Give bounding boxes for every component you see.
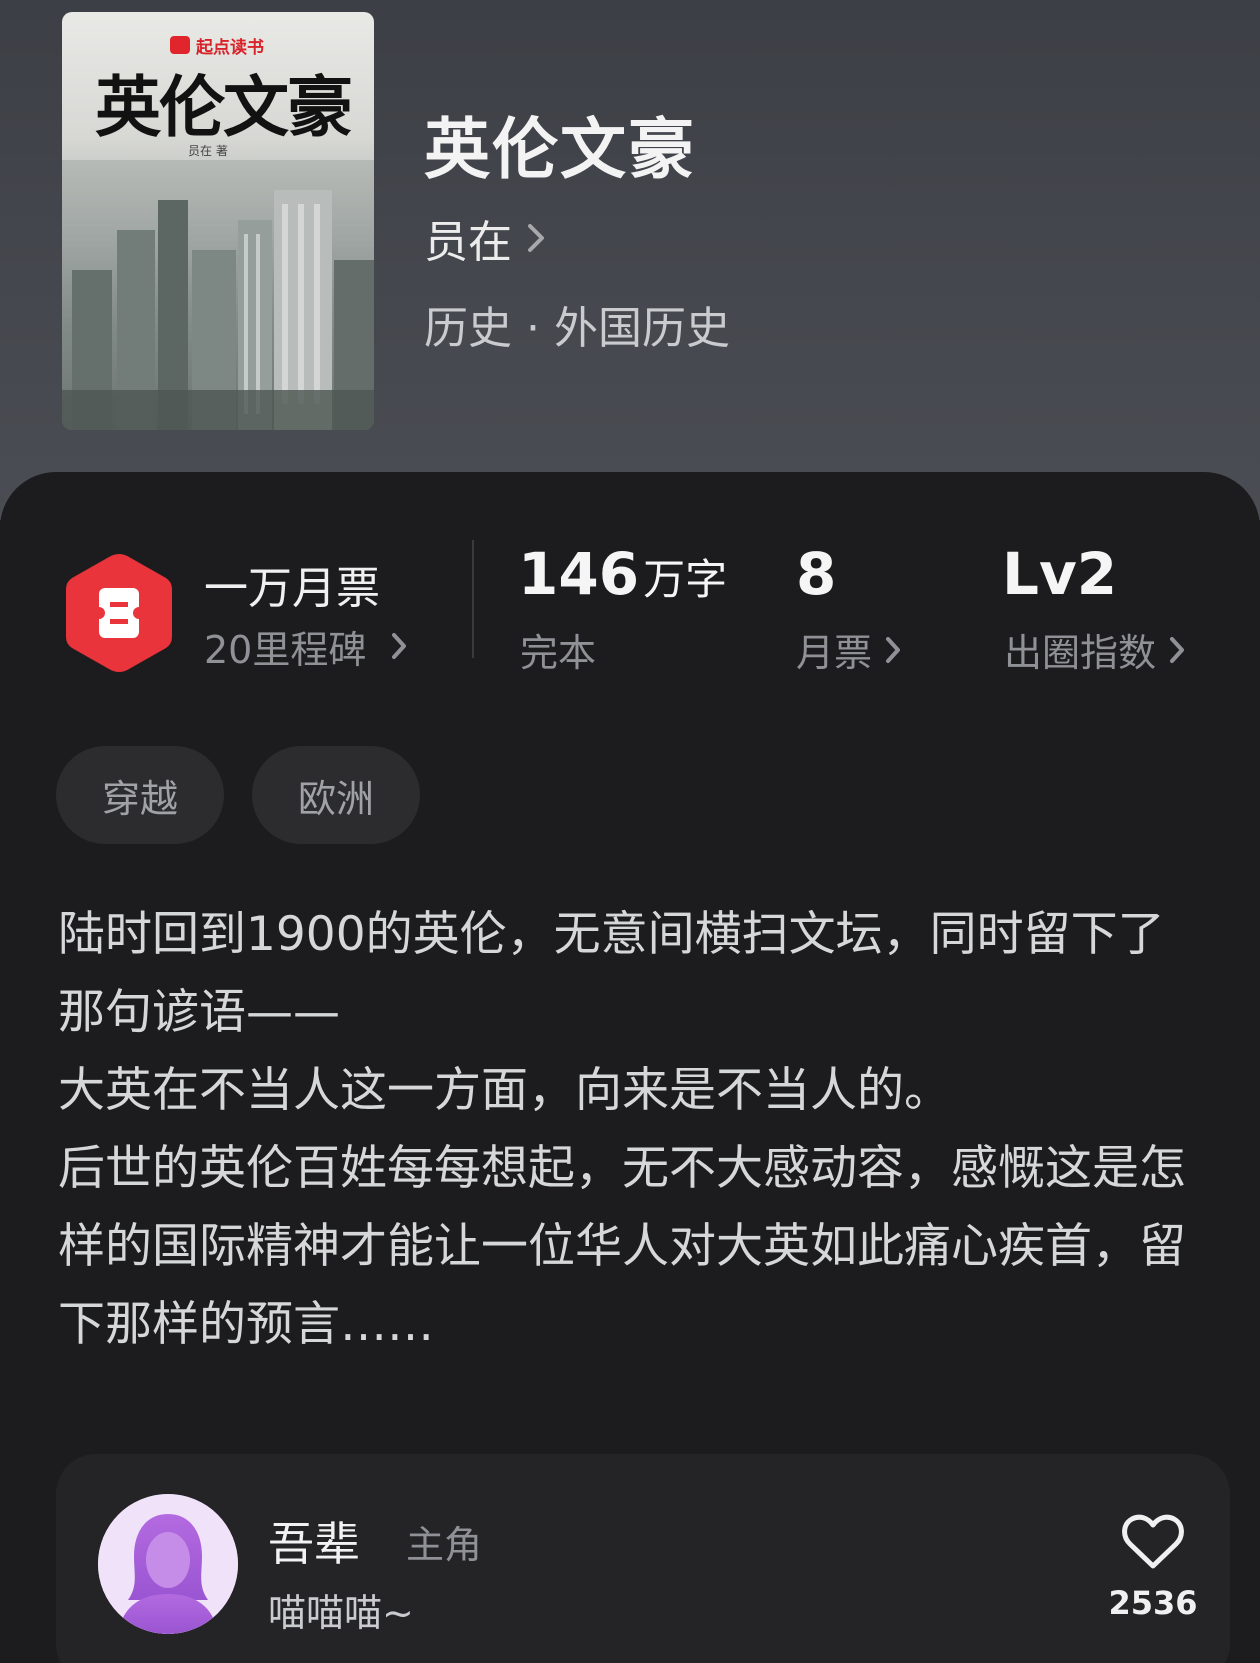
- milestone-link[interactable]: 20里程碑: [204, 618, 408, 674]
- heart-outline-icon[interactable]: [1122, 1514, 1184, 1570]
- book-detail-page: 起点读书 英伦文豪 员在 著 英伦文豪 员在 历史 · 外国历史 一万月票 20…: [0, 0, 1260, 1663]
- character-role: 主角: [406, 1523, 483, 1567]
- book-title: 英伦文豪: [424, 110, 696, 188]
- chevron-right-icon: [528, 224, 544, 252]
- word-count-unit: 万字: [643, 555, 728, 604]
- avatar-silhouette: [98, 1494, 238, 1634]
- stats-divider: [472, 540, 474, 658]
- milestone-subtitle: 20里程碑: [204, 627, 367, 672]
- chevron-right-icon: [1170, 636, 1185, 663]
- author-name: 员在: [424, 217, 512, 268]
- tag-chip[interactable]: 穿越: [56, 746, 224, 844]
- monthly-ticket-link[interactable]: 月票: [796, 622, 902, 677]
- character-quote: 喵喵喵~: [268, 1591, 414, 1635]
- cover-city-illustration: [62, 160, 374, 430]
- chevron-right-icon: [392, 633, 407, 659]
- synopsis-paragraph: 后世的英伦百姓每每想起，无不大感动容，感慨这是怎样的国际精神才能让一位华人对大英…: [58, 1141, 1186, 1352]
- cover-brand: 起点读书: [170, 34, 264, 58]
- like-count: 2536: [1108, 1584, 1198, 1622]
- completion-status: 完本: [520, 631, 597, 675]
- popularity-index-link[interactable]: 出圈指数: [1004, 622, 1186, 677]
- cover-author: 员在 著: [188, 144, 228, 158]
- tag-chip[interactable]: 欧洲: [252, 746, 420, 844]
- chevron-right-icon: [886, 636, 901, 663]
- popularity-index-label: 出圈指数: [1004, 631, 1157, 675]
- synopsis-paragraph: 大英在不当人这一方面，向来是不当人的。: [58, 1063, 951, 1118]
- genre-category[interactable]: 历史 · 外国历史: [424, 292, 730, 356]
- author-link[interactable]: 员在: [424, 210, 546, 268]
- book-cover[interactable]: 起点读书 英伦文豪 员在 著: [62, 12, 374, 430]
- synopsis[interactable]: 陆时回到1900的英伦，无意间横扫文坛，同时留下了那句谚语—— 大英在不当人这一…: [58, 896, 1208, 1364]
- word-count-label: 完本: [520, 622, 596, 677]
- milestone-title[interactable]: 一万月票: [204, 552, 380, 616]
- monthly-ticket-value: 8: [796, 540, 837, 608]
- character-avatar[interactable]: [98, 1494, 238, 1634]
- cover-title: 英伦文豪: [95, 68, 353, 146]
- word-count-number: 146: [518, 540, 640, 608]
- popularity-level-value: Lv2: [1002, 540, 1118, 608]
- brand-logo-icon: [170, 36, 190, 54]
- monthly-ticket-label: 月票: [796, 631, 873, 675]
- ticket-hex-icon: [66, 554, 172, 672]
- synopsis-paragraph: 陆时回到1900的英伦，无意间横扫文坛，同时留下了那句谚语——: [58, 907, 1165, 1040]
- word-count-value: 146 万字: [518, 540, 727, 608]
- character-name: 吾辈: [268, 1517, 360, 1571]
